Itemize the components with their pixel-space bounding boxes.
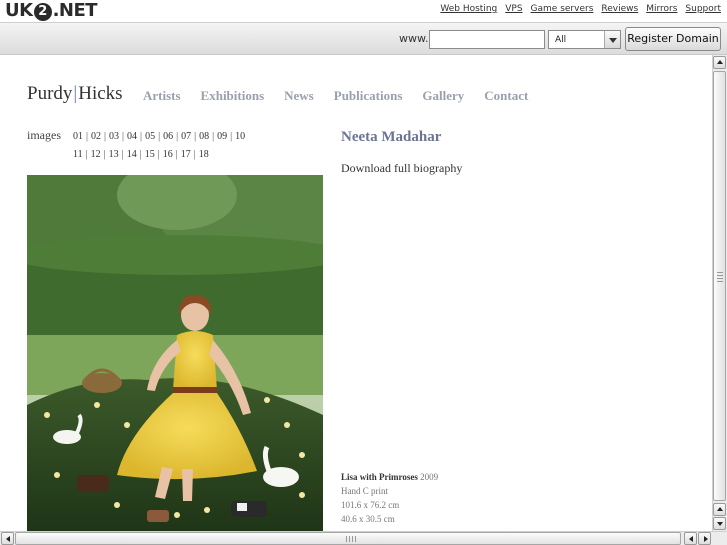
- artwork-medium: Hand C print: [341, 486, 388, 496]
- horizontal-scrollbar[interactable]: [0, 531, 727, 545]
- main-nav: Artists Exhibitions News Publications Ga…: [143, 88, 548, 104]
- logo-suffix: .NET: [52, 0, 98, 21]
- host-links: Web Hosting VPS Game servers Reviews Mir…: [440, 4, 721, 14]
- pager-separator: |: [122, 131, 125, 142]
- image-link-09[interactable]: 09: [217, 131, 227, 142]
- arrow-up-icon: [717, 60, 723, 64]
- nav-artists[interactable]: Artists: [143, 88, 181, 104]
- link-vps[interactable]: VPS: [505, 4, 522, 14]
- nav-publications[interactable]: Publications: [334, 88, 403, 104]
- image-pager: 01 | 02 | 03 | 04 | 05 | 06 | 07 | 08 | 09 | 10 11 | 12 | 13 | 1…: [73, 128, 303, 164]
- artwork-title: Lisa with Primroses: [341, 472, 418, 482]
- pager-separator: |: [139, 149, 142, 160]
- image-link-06[interactable]: 06: [163, 131, 173, 142]
- image-link-01[interactable]: 01: [73, 131, 83, 142]
- image-link-10[interactable]: 10: [235, 131, 245, 142]
- pager-separator: |: [212, 131, 215, 142]
- tld-select[interactable]: All: [548, 30, 621, 49]
- download-biography-link[interactable]: Download full biography: [341, 161, 462, 176]
- link-reviews[interactable]: Reviews: [601, 4, 638, 14]
- artwork-size-1: 101.6 x 76.2 cm: [341, 500, 400, 510]
- image-link-15[interactable]: 15: [145, 149, 155, 160]
- scroll-right-button[interactable]: [698, 532, 711, 545]
- pager-separator: |: [175, 149, 178, 160]
- image-link-07[interactable]: 07: [181, 131, 191, 142]
- uk2-logo[interactable]: UK 2 .NET: [5, 0, 98, 22]
- image-link-17[interactable]: 17: [181, 149, 191, 160]
- artwork-caption: Lisa with Primroses 2009 Hand C print 10…: [341, 470, 438, 526]
- nav-gallery[interactable]: Gallery: [422, 88, 464, 104]
- horizontal-scroll-thumb[interactable]: [15, 532, 681, 545]
- grip-icon: [717, 272, 723, 282]
- www-label: www.: [399, 32, 429, 45]
- scroll-up-button[interactable]: [713, 56, 726, 69]
- scroll-down-button[interactable]: [713, 517, 726, 530]
- arrow-left-icon: [689, 536, 693, 542]
- image-link-11[interactable]: 11: [73, 149, 83, 160]
- image-link-12[interactable]: 12: [91, 149, 101, 160]
- images-label: images: [27, 128, 61, 142]
- scroll-up-button-secondary[interactable]: [713, 503, 726, 516]
- vertical-scrollbar[interactable]: [712, 55, 727, 531]
- pager-separator: |: [176, 131, 179, 142]
- pager-separator: |: [158, 131, 161, 142]
- image-link-02[interactable]: 02: [91, 131, 101, 142]
- arrow-left-icon: [6, 536, 10, 542]
- pager-separator: |: [230, 131, 233, 142]
- host-header: UK 2 .NET Web Hosting VPS Game servers Rev…: [0, 0, 727, 22]
- pager-separator: |: [140, 131, 143, 142]
- image-link-03[interactable]: 03: [109, 131, 119, 142]
- nav-news[interactable]: News: [284, 88, 314, 104]
- artist-name: Neeta Madahar: [341, 129, 442, 145]
- logo-prefix: UK: [5, 0, 33, 21]
- page-content: Purdy|Hicks Artists Exhibitions News Pub…: [0, 55, 712, 531]
- image-pager-row: 01 | 02 | 03 | 04 | 05 | 06 | 07 | 08 | 09 | 10: [73, 128, 303, 146]
- image-link-08[interactable]: 08: [199, 131, 209, 142]
- link-support[interactable]: Support: [685, 4, 721, 14]
- nav-contact[interactable]: Contact: [484, 88, 528, 104]
- artwork-image: [27, 175, 323, 531]
- pager-separator: |: [85, 149, 88, 160]
- pager-separator: |: [104, 131, 107, 142]
- tld-selected-value: All: [555, 35, 567, 45]
- artwork-year: 2009: [420, 472, 439, 482]
- pager-separator: |: [193, 149, 196, 160]
- purdy-hicks-logo[interactable]: Purdy|Hicks: [27, 83, 123, 105]
- pager-separator: |: [86, 131, 89, 142]
- register-domain-button[interactable]: Register Domain: [625, 27, 721, 51]
- pager-separator: |: [121, 149, 124, 160]
- logo-separator: |: [73, 83, 78, 104]
- pager-separator: |: [103, 149, 106, 160]
- grip-icon: [346, 536, 358, 542]
- artwork-size-2: 40.6 x 30.5 cm: [341, 514, 395, 524]
- link-web-hosting[interactable]: Web Hosting: [440, 4, 497, 14]
- image-link-16[interactable]: 16: [163, 149, 173, 160]
- pager-separator: |: [194, 131, 197, 142]
- logo-circle: 2: [33, 3, 52, 21]
- chevron-down-icon[interactable]: [604, 31, 620, 48]
- image-link-05[interactable]: 05: [145, 131, 155, 142]
- image-pager-row: 11 | 12 | 13 | 14 | 15 | 16 | 17 | 18: [73, 146, 303, 164]
- image-link-13[interactable]: 13: [109, 149, 119, 160]
- scroll-left-button[interactable]: [1, 532, 14, 545]
- arrow-up-icon: [717, 507, 723, 511]
- logo-left: Purdy: [27, 83, 73, 104]
- arrow-down-icon: [717, 522, 723, 526]
- domain-input[interactable]: [429, 30, 545, 49]
- link-mirrors[interactable]: Mirrors: [646, 4, 677, 14]
- vertical-scroll-thumb[interactable]: [713, 71, 726, 501]
- image-link-14[interactable]: 14: [127, 149, 137, 160]
- image-link-04[interactable]: 04: [127, 131, 137, 142]
- nav-exhibitions[interactable]: Exhibitions: [201, 88, 265, 104]
- scroll-left-button-secondary[interactable]: [684, 532, 697, 545]
- image-link-18[interactable]: 18: [199, 149, 209, 160]
- logo-right: Hicks: [78, 83, 123, 104]
- pager-separator: |: [157, 149, 160, 160]
- domain-search-bar: www. All Register Domain: [0, 22, 727, 55]
- link-game-servers[interactable]: Game servers: [531, 4, 594, 14]
- arrow-right-icon: [704, 536, 708, 542]
